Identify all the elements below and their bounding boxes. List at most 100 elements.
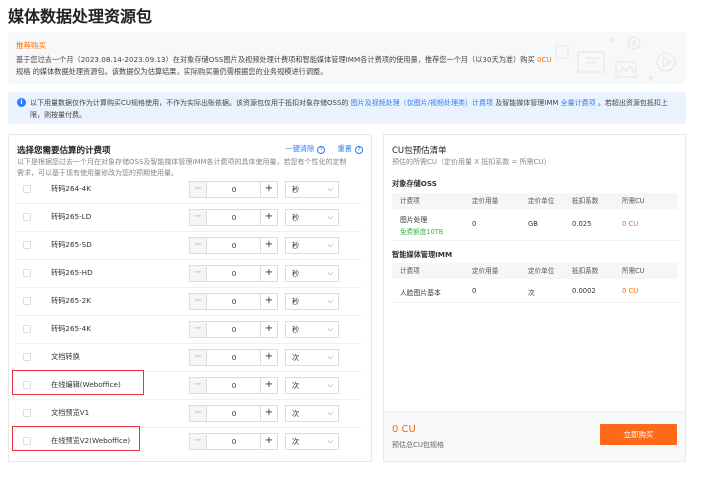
unit-select-value: 秒 [292,185,300,194]
unit-select[interactable]: 次 ⌵ [285,405,339,422]
increment-button[interactable]: + [260,210,277,225]
image-video-processing-link[interactable]: 图片及视频处理（仅图片/视频处理类）计费项 [351,99,493,107]
unit-select-value: 秒 [292,269,300,278]
unit-select[interactable]: 秒 ⌵ [285,209,339,226]
oss-coef: 0.025 [572,220,592,228]
clear-all-button[interactable]: 一键清除 [286,144,315,153]
free-quota: 免费额度10TB [400,228,444,236]
oss-table-header: 计费项 定价用量 定价单位 抵扣系数 所需CU [392,193,678,209]
quantity-stepper: − 0 + [189,433,278,450]
quantity-input[interactable]: 0 [207,182,261,197]
help-icon[interactable]: ? [317,146,326,154]
decrement-button[interactable]: − [190,210,207,225]
total-cu: 0 CU [392,424,416,435]
header-item: 计费项 [400,197,420,205]
quantity-input[interactable]: 0 [207,266,261,281]
unit-select-value: 次 [292,409,300,418]
billing-row: 转码265-4K − 0 + 秒 ⌵ [17,316,362,344]
quantity-input[interactable]: 0 [207,322,261,337]
decrement-button[interactable]: − [190,294,207,309]
unit-select-value: 次 [292,437,300,446]
full-billing-items-link[interactable]: 全量计费项 [561,99,596,107]
unit-select[interactable]: 秒 ⌵ [285,237,339,254]
billing-items-panel: 选择您需要估算的计费项 一键清除? 重置? 以下是根据您过去一个月在对象存储OS… [8,134,372,462]
unit-select[interactable]: 秒 ⌵ [285,293,339,310]
decrement-button[interactable]: − [190,238,207,253]
quantity-stepper: − 0 + [189,265,278,282]
chevron-down-icon: ⌵ [327,213,333,221]
recommend-text: 基于您过去一个月（2023.08.14-2023.09.13）在对象存储OSS图… [16,54,561,78]
decrement-button[interactable]: − [190,378,207,393]
imm-item: 人脸图片基本 [400,289,441,297]
imm-coef: 0.0002 [572,287,596,295]
purchase-footer: 0 CU 预估总CU包规格 立即购买 [384,411,685,461]
quantity-stepper: − 0 + [189,349,278,366]
increment-button[interactable]: + [260,434,277,449]
row-checkbox[interactable] [23,213,31,221]
quantity-input[interactable]: 0 [207,434,261,449]
decrement-button[interactable]: − [190,182,207,197]
chevron-down-icon: ⌵ [327,437,333,445]
oss-cu: 0 CU [622,220,639,228]
recommend-text-1: 基于您过去一个月（2023.08.14-2023.09.13）在对象存储OSS图… [16,55,535,64]
increment-button[interactable]: + [260,266,277,281]
billing-row: 转码265-LD − 0 + 秒 ⌵ [17,204,362,232]
unit-select[interactable]: 次 ⌵ [285,433,339,450]
recommend-text-3: 的媒体数据处理资源包。该数据仅为估算结果，实际购买量仍需根据您的业务规模进行调整… [32,67,328,76]
total-cu-label: 预估总CU包规格 [392,441,445,449]
row-checkbox[interactable] [23,241,31,249]
decrement-button[interactable]: − [190,434,207,449]
header-item: 计费项 [400,267,420,275]
unit-select[interactable]: 次 ⌵ [285,349,339,366]
oss-item: 图片处理 [400,216,428,224]
increment-button[interactable]: + [260,350,277,365]
decrement-button[interactable]: − [190,350,207,365]
increment-button[interactable]: + [260,238,277,253]
row-label: 转码265-SD [51,240,92,249]
notice-banner: i 以下用量数据仅作为计算购买CU规格使用，不作为实际出账依据。该资源包仅用于抵… [8,92,686,124]
decrement-button[interactable]: − [190,266,207,281]
imm-section-title: 智能媒体管理IMM [392,250,453,259]
decrement-button[interactable]: − [190,406,207,421]
increment-button[interactable]: + [260,406,277,421]
row-checkbox[interactable] [23,325,31,333]
notice-text: 以下用量数据仅作为计算购买CU规格使用，不作为实际出账依据。该资源包仅用于抵扣对… [30,97,680,121]
unit-select-value: 秒 [292,297,300,306]
increment-button[interactable]: + [260,294,277,309]
row-checkbox[interactable] [23,353,31,361]
buy-now-button[interactable]: 立即购买 [600,424,677,445]
quantity-input[interactable]: 0 [207,238,261,253]
quantity-input[interactable]: 0 [207,210,261,225]
highlight-box [12,370,144,395]
chevron-down-icon: ⌵ [327,325,333,333]
increment-button[interactable]: + [260,182,277,197]
row-checkbox[interactable] [23,185,31,193]
decrement-button[interactable]: − [190,322,207,337]
quantity-input[interactable]: 0 [207,294,261,309]
unit-select[interactable]: 秒 ⌵ [285,181,339,198]
cu-estimate-subtitle: 预估的所需CU（定价用量 X 抵扣系数 = 所需CU） [392,158,551,166]
billing-row: 文档转换 − 0 + 次 ⌵ [17,344,362,372]
recommend-banner: 推荐购买 基于您过去一个月（2023.08.14-2023.09.13）在对象存… [8,32,686,84]
row-label: 转码265-LD [51,212,92,221]
row-checkbox[interactable] [23,297,31,305]
quantity-stepper: − 0 + [189,321,278,338]
row-checkbox[interactable] [23,409,31,417]
unit-select[interactable]: 次 ⌵ [285,377,339,394]
billing-items-title: 选择您需要估算的计费项 [17,146,111,156]
unit-select[interactable]: 秒 ⌵ [285,265,339,282]
reset-button[interactable]: 重置 [338,144,352,153]
quantity-input[interactable]: 0 [207,350,261,365]
unit-select[interactable]: 秒 ⌵ [285,321,339,338]
help-icon[interactable]: ? [355,146,363,154]
unit-select-value: 秒 [292,213,300,222]
imm-cu: 0 CU [622,287,639,295]
row-label: 转码265-4K [51,324,91,333]
increment-button[interactable]: + [260,378,277,393]
oss-table-row: 图片处理 免费额度10TB 0 GB 0.025 0 CU [392,211,678,241]
header-coef: 抵扣系数 [572,267,599,275]
increment-button[interactable]: + [260,322,277,337]
row-checkbox[interactable] [23,269,31,277]
quantity-input[interactable]: 0 [207,406,261,421]
quantity-input[interactable]: 0 [207,378,261,393]
